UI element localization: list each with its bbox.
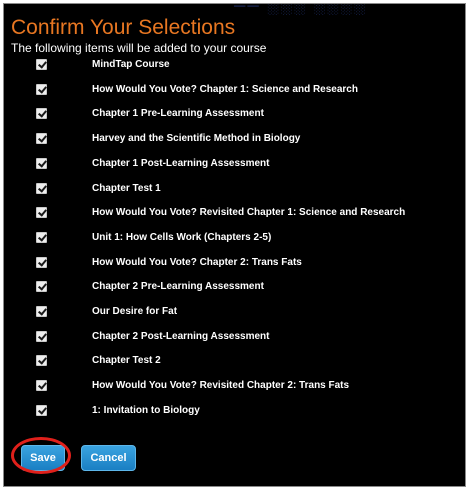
checkbox[interactable]: [36, 404, 47, 416]
save-button[interactable]: Save: [21, 445, 65, 471]
list-item-label: How Would You Vote? Revisited Chapter 2:…: [92, 380, 350, 392]
background-decoration: ── ░░░ ░░░░: [234, 3, 367, 15]
checkbox[interactable]: [36, 330, 47, 342]
checkbox[interactable]: [36, 256, 47, 268]
checkbox[interactable]: [36, 380, 47, 392]
list-item-label: Chapter Test 2: [92, 355, 161, 367]
list-item-label: Chapter 1 Post-Learning Assessment: [92, 157, 270, 169]
list-item-label: How Would You Vote? Chapter 2: Trans Fat…: [92, 256, 302, 268]
checkbox[interactable]: [36, 83, 47, 95]
cancel-button[interactable]: Cancel: [81, 445, 136, 471]
checkbox[interactable]: [36, 355, 47, 367]
checkbox[interactable]: [36, 306, 47, 317]
dialog-title: Confirm Your Selections: [11, 16, 236, 39]
checkbox[interactable]: [36, 231, 47, 243]
list-item: Our Desire for Fat: [4, 303, 465, 321]
list-item: Chapter 1 Post-Learning Assessment: [4, 155, 465, 173]
list-item-label: How Would You Vote? Chapter 1: Science a…: [92, 83, 358, 95]
list-item-label: Harvey and the Scientific Method in Biol…: [92, 133, 301, 145]
list-item-label: Our Desire for Fat: [92, 306, 178, 317]
list-item: How Would You Vote? Revisited Chapter 2:…: [4, 377, 465, 395]
checkbox[interactable]: [36, 281, 47, 293]
list-item-label: Chapter 2 Pre-Learning Assessment: [92, 281, 264, 293]
checkbox[interactable]: [36, 108, 47, 120]
list-item-label: Chapter 2 Post-Learning Assessment: [92, 330, 270, 342]
list-item-label: MindTap Course: [92, 59, 170, 70]
list-item: Harvey and the Scientific Method in Biol…: [4, 130, 465, 148]
list-item-label: Unit 1: How Cells Work (Chapters 2-5): [92, 231, 272, 243]
checkbox[interactable]: [36, 157, 47, 169]
list-item: Chapter Test 2: [4, 352, 465, 370]
list-item: How Would You Vote? Chapter 2: Trans Fat…: [4, 254, 465, 272]
list-item: MindTap Course: [4, 56, 465, 74]
checkbox[interactable]: [36, 182, 47, 194]
list-item: How Would You Vote? Chapter 1: Science a…: [4, 81, 465, 99]
list-item: Chapter Test 1: [4, 180, 465, 198]
checkbox[interactable]: [36, 133, 47, 145]
dialog-subtitle: The following items will be added to you…: [11, 41, 267, 55]
list-item-label: 1: Invitation to Biology: [92, 404, 200, 416]
list-item-label: Chapter Test 1: [92, 182, 161, 194]
list-item: Chapter 1 Pre-Learning Assessment: [4, 105, 465, 123]
list-item: How Would You Vote? Revisited Chapter 1:…: [4, 204, 465, 222]
checkbox[interactable]: [36, 207, 47, 219]
list-item: Unit 1: How Cells Work (Chapters 2-5): [4, 229, 465, 247]
list-item: Chapter 2 Post-Learning Assessment: [4, 328, 465, 346]
list-item-label: How Would You Vote? Revisited Chapter 1:…: [92, 207, 406, 219]
list-item: 1: Invitation to Biology: [4, 402, 465, 420]
checkbox[interactable]: [36, 59, 47, 70]
confirm-selections-dialog: ── ░░░ ░░░░ Confirm Your Selections The …: [3, 3, 466, 487]
list-item-label: Chapter 1 Pre-Learning Assessment: [92, 108, 264, 120]
list-item: Chapter 2 Pre-Learning Assessment: [4, 278, 465, 296]
